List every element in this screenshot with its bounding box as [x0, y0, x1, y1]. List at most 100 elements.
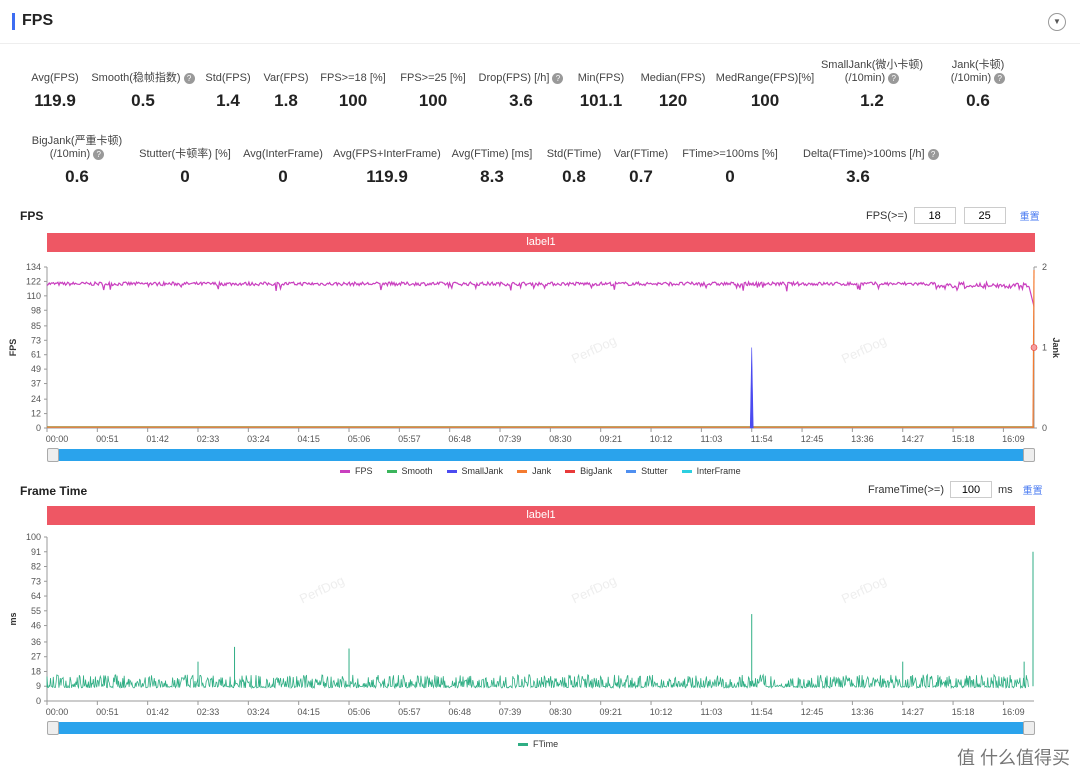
x-tick-label: 05:06: [348, 707, 371, 717]
x-tick-label: 11:54: [751, 434, 773, 444]
x-tick-label: 09:21: [599, 707, 622, 717]
legend-swatch: [340, 470, 350, 474]
frametime-threshold-controls: FrameTime(>=) ms 重置: [868, 481, 1043, 498]
legend-label: SmallJank: [461, 466, 504, 476]
x-tick-label: 12:45: [801, 434, 824, 444]
frametime-section-title: Frame Time: [20, 484, 88, 498]
y-tick-label: 73: [31, 335, 41, 345]
x-tick-label: 15:18: [952, 434, 975, 444]
legend-swatch: [518, 743, 528, 747]
y-tick-label: 18: [31, 666, 41, 676]
x-tick-label: 13:36: [851, 434, 874, 444]
y-tick-label: 64: [31, 591, 41, 601]
fps-zoom-slider[interactable]: [47, 448, 1035, 462]
x-tick-label: 12:45: [801, 707, 824, 717]
x-tick-label: 11:03: [700, 434, 722, 444]
y-tick-label: 0: [36, 696, 41, 706]
slider-start-handle[interactable]: [47, 721, 59, 735]
legend-label: Stutter: [641, 466, 668, 476]
y2-tick-label: 2: [1042, 262, 1047, 272]
frametime-label-band[interactable]: label1: [47, 506, 1035, 525]
y-tick-label: 73: [31, 576, 41, 586]
x-tick-label: 00:00: [46, 434, 69, 444]
slider-start-handle[interactable]: [47, 448, 59, 462]
legend-item-interframe[interactable]: InterFrame: [681, 466, 741, 476]
bigjank-point: [1030, 344, 1038, 351]
smalljank-spike: [749, 347, 754, 429]
y-tick-label: 9: [36, 681, 41, 691]
legend-item-smalljank[interactable]: SmallJank: [446, 466, 504, 476]
legend-label: FTime: [533, 739, 559, 749]
x-tick-label: 09:21: [599, 434, 622, 444]
x-tick-label: 08:30: [549, 434, 572, 444]
y-tick-label: 91: [31, 547, 41, 557]
legend-item-smooth[interactable]: Smooth: [386, 466, 433, 476]
x-tick-label: 07:39: [499, 434, 522, 444]
x-tick-label: 15:18: [952, 707, 975, 717]
x-tick-label: 04:15: [297, 707, 320, 717]
x-tick-label: 10:12: [650, 434, 673, 444]
frametime-unit: ms: [998, 483, 1013, 496]
frametime-legend: FTime: [518, 739, 558, 749]
x-tick-label: 00:00: [46, 707, 69, 717]
fps-series-line: [46, 280, 1035, 307]
y-tick-label: 122: [26, 276, 41, 286]
x-tick-label: 05:06: [348, 434, 371, 444]
y-tick-label: 98: [31, 305, 41, 315]
legend-item-fps[interactable]: FPS: [340, 466, 373, 476]
x-tick-label: 05:57: [398, 434, 421, 444]
legend-swatch: [681, 470, 692, 474]
x-tick-label: 10:12: [650, 707, 673, 717]
y-tick-label: 27: [31, 652, 41, 662]
y2-tick-label: 1: [1042, 343, 1047, 353]
legend-label: BigJank: [580, 466, 613, 476]
y-tick-label: 12: [31, 409, 41, 419]
x-tick-label: 03:24: [247, 707, 270, 717]
legend-label: FPS: [355, 466, 373, 476]
x-tick-label: 06:48: [448, 707, 471, 717]
x-tick-label: 13:36: [851, 707, 874, 717]
x-tick-label: 03:24: [247, 434, 270, 444]
x-tick-label: 11:54: [751, 707, 773, 717]
x-tick-label: 00:51: [96, 434, 119, 444]
legend-swatch: [517, 470, 528, 474]
y-tick-label: 0: [36, 423, 41, 433]
x-tick-label: 01:42: [146, 434, 169, 444]
x-tick-label: 16:09: [1002, 434, 1025, 444]
y-axis-title: ms: [8, 612, 18, 625]
frametime-reset-button[interactable]: 重置: [1023, 482, 1043, 497]
legend-item-jank[interactable]: Jank: [517, 466, 551, 476]
slider-end-handle[interactable]: [1023, 721, 1035, 735]
legend-item-bigjank[interactable]: BigJank: [565, 466, 612, 476]
frametime-zoom-slider[interactable]: [47, 721, 1035, 735]
legend-swatch: [626, 470, 637, 474]
x-tick-label: 04:15: [297, 434, 320, 444]
x-tick-label: 11:03: [700, 707, 722, 717]
fps-chart: 0122437496173859811012213400:00 00:51 01:4…: [8, 262, 1061, 717]
y-tick-label: 85: [31, 321, 41, 331]
legend-label: Jank: [532, 466, 552, 476]
y2-axis-title: Jank: [1051, 338, 1061, 360]
x-tick-label: 06:48: [448, 434, 471, 444]
x-tick-label: 14:27: [901, 707, 924, 717]
frametime-threshold-input[interactable]: [950, 481, 992, 498]
x-tick-label: 07:39: [499, 707, 522, 717]
slider-end-handle[interactable]: [1023, 448, 1035, 462]
legend-label: Smooth: [401, 466, 433, 476]
fps-legend: FPS Smooth SmallJank Jank BigJank Stutter Inte…: [340, 466, 741, 476]
x-tick-label: 14:27: [901, 434, 924, 444]
y-tick-label: 37: [31, 379, 41, 389]
y-tick-label: 36: [31, 637, 41, 647]
x-tick-label: 01:42: [146, 707, 169, 717]
y-tick-label: 110: [27, 291, 41, 301]
legend-label: InterFrame: [696, 466, 741, 476]
y-tick-label: 46: [31, 621, 41, 631]
x-tick-label: 02:33: [197, 707, 220, 717]
y2-tick-label: 0: [1042, 423, 1047, 433]
legend-item-ftime[interactable]: FTime: [518, 739, 558, 749]
x-tick-label: 00:51: [96, 707, 119, 717]
ftime-series-line: [46, 673, 1029, 690]
brand-logo: 值 什么值得买: [956, 748, 1070, 768]
legend-item-stutter[interactable]: Stutter: [626, 466, 668, 476]
y-axis-title: FPS: [8, 339, 18, 357]
